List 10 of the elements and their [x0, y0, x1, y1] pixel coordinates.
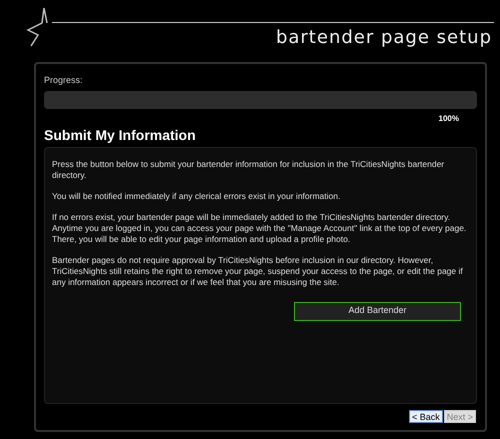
section-heading: Submit My Information — [44, 126, 197, 142]
nav-button[interactable]: < Back — [408, 410, 443, 422]
info-paragraph: Press the button below to submit your bartender information for inclusion in the TriCitiesNights bartender directory. — [52, 158, 446, 180]
page-title: bartender page setup — [276, 26, 492, 50]
info-paragraph: Bartender pages do not require approval by TriCitiesNights before inclusion in our directory. However, TriCitiesNights still retains the right to remove your page, suspend your access to the page, or edit the page if any information appears incorrect or if we feel that you are misusing the site. — [52, 254, 464, 288]
progress-label: Progress: — [44, 74, 84, 87]
info-paragraph: You will be notified immediately if any clerical errors exist in your information. — [52, 190, 342, 202]
progress-reading: 100% — [438, 112, 459, 124]
add-bartender-button[interactable]: Add Bartender — [294, 302, 461, 320]
info-paragraph: If no errors exist, your bartender page will be immediately added to the TriCitiesNights bartender directory. Anytime you are logged in, you can access your page with the "Manage Account" link at the top of every page. There, you will be able to edit your page information and upload a profile photo. — [52, 212, 468, 244]
